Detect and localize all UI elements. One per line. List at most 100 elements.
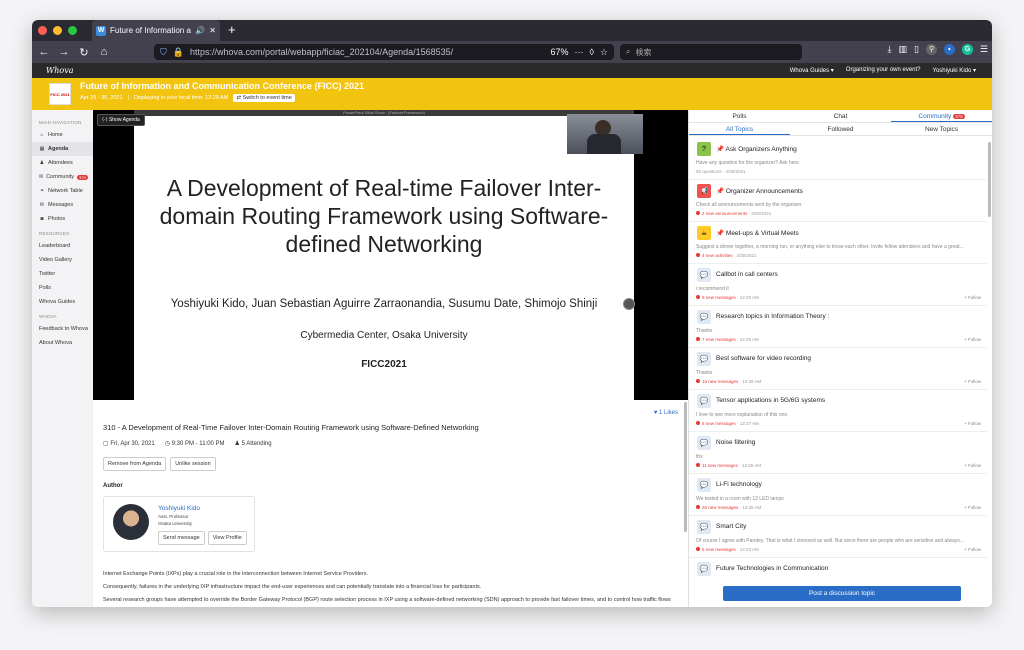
sidebar-item-agenda[interactable]: ▦ Agenda (32, 142, 93, 156)
more-icon[interactable]: ··· (574, 47, 583, 57)
topic-row[interactable]: 💬 Li-Fi technology We tested in a room wit… (689, 474, 987, 516)
author-avatar[interactable] (113, 504, 149, 540)
remove-from-agenda-button[interactable]: Remove from Agenda (103, 457, 167, 471)
sidebar-item-twitter[interactable]: Twitter (32, 267, 93, 281)
grammarly-icon[interactable]: G (961, 44, 973, 55)
zoom-window-button[interactable] (68, 26, 77, 35)
shield-icon[interactable]: ⛉ (160, 47, 167, 58)
switch-time-button[interactable]: ⇄ Switch to event time (233, 94, 295, 102)
reload-icon[interactable]: ↻ (76, 46, 92, 59)
sidebar-item-photos[interactable]: ◙ Photos (32, 212, 93, 226)
heart-icon: ♥ (653, 410, 658, 416)
topic-row[interactable]: 💬 Best software for video recording Thanks… (689, 348, 987, 390)
sidebar-item-home[interactable]: ⌂ Home (32, 128, 93, 142)
topic-title[interactable]: Tensor applications in 5G/6G systems (716, 397, 825, 404)
sidebar-item-polls[interactable]: Polls (32, 281, 93, 295)
topic-title[interactable]: Smart City (716, 523, 746, 530)
topic-title-text: Tensor applications in 5G/6G systems (716, 397, 826, 404)
video-player[interactable]: PowerPoint Slide Show - [FailoverFramewo… (93, 110, 688, 400)
close-tab-icon[interactable]: ✕ (209, 26, 216, 35)
author-name[interactable]: Yoshiyuki Kido (158, 505, 200, 512)
topic-title[interactable]: Future Technologies in Communication (716, 565, 828, 572)
url-bar[interactable]: ⛉ 🔒 https://whova.com/portal/webapp/fici… (154, 44, 614, 60)
right-scrollbar[interactable] (988, 142, 991, 217)
topic-title[interactable]: Best software for video recording (716, 355, 811, 362)
forward-icon[interactable]: → (56, 46, 72, 58)
follow-button[interactable]: + Follow (964, 337, 981, 342)
sidebar-item-attendees[interactable]: ♟ Attendees (32, 156, 93, 170)
unread-dot (696, 505, 700, 509)
sidebar-item-messages[interactable]: ✉ Messages (32, 198, 93, 212)
send-message-button[interactable]: Send message (158, 531, 205, 545)
unlike-session-button[interactable]: Unlike session (170, 457, 216, 471)
lock-icon[interactable]: 🔒 (173, 47, 184, 58)
likes-count[interactable]: ♥ 1 Likes (654, 410, 678, 416)
menu-icon[interactable]: ☰ (980, 44, 988, 55)
topic-row[interactable]: 💬 Tensor applications in 5G/6G systems I l… (689, 390, 987, 432)
tab-polls[interactable]: Polls (689, 110, 790, 122)
library-icon[interactable]: ▥ (898, 44, 907, 55)
topic-row[interactable]: 💬 Research topics in Information Theory :… (689, 306, 987, 348)
sidebar-item-video-gallery[interactable]: Video Gallery (32, 253, 93, 267)
minimize-window-button[interactable] (53, 26, 62, 35)
speaker-icon[interactable]: 🔊 (195, 26, 205, 35)
follow-button[interactable]: + Follow (964, 421, 981, 426)
topic-title[interactable]: Research topics in Information Theory : (716, 313, 829, 320)
show-agenda-button[interactable]: ⟨·⟩ Show Agenda (97, 114, 145, 126)
zoom-level[interactable]: 67% (550, 47, 568, 57)
topic-row[interactable]: 💬 Callbot in call centers i recommend it 8 … (689, 264, 987, 306)
download-icon[interactable]: ⤓ (887, 44, 891, 55)
user-menu[interactable]: Yoshiyuki Kido ▾ (933, 67, 976, 74)
video-control-button[interactable] (623, 298, 635, 310)
topic-title[interactable]: Li-Fi technology (716, 481, 762, 488)
topic-title[interactable]: 📌 Organizer Announcements (716, 187, 803, 195)
follow-button[interactable]: + Follow (964, 505, 981, 510)
sidebar-item-leaderboard[interactable]: Leaderboard (32, 239, 93, 253)
main-scrollbar[interactable] (684, 402, 687, 532)
sidebar-icon[interactable]: ▯ (914, 44, 919, 55)
extension-icon[interactable]: ⬩ (943, 44, 955, 55)
tab-community[interactable]: Community 379 (891, 110, 992, 122)
topic-row[interactable]: 💬 Noise filtering thx 11 new messages · 12:… (689, 432, 987, 474)
topic-preview: I love to see more explanation of this o… (696, 412, 789, 418)
follow-button[interactable]: + Follow (964, 295, 981, 300)
sidebar-item-whova-guides[interactable]: Whova Guides (32, 295, 93, 309)
sidebar-item-community[interactable]: ✉ Community 379 (32, 170, 93, 184)
topic-row[interactable]: 💬 Future Technologies in Communication (689, 558, 987, 589)
pocket-icon[interactable]: ◊ (589, 47, 593, 57)
account-icon[interactable]: ⚲ (925, 44, 937, 55)
topic-row[interactable]: 📢 📌 Organizer Announcements Check all anno… (689, 180, 987, 222)
home-icon[interactable]: ⌂ (96, 46, 112, 58)
topic-row[interactable]: 💬 Smart City Of course I agree with Pandey… (689, 516, 987, 558)
organize-event-link[interactable]: Organizing your own event? (846, 67, 921, 74)
follow-button[interactable]: + Follow (964, 463, 981, 468)
topic-title[interactable]: Callbot in call centers (716, 271, 778, 278)
session-attending[interactable]: ♟ 5 Attending (235, 440, 272, 447)
sidebar-item-feedback[interactable]: Feedback to Whova (32, 322, 93, 336)
new-tab-button[interactable]: + (228, 22, 236, 37)
back-icon[interactable]: ← (36, 46, 52, 58)
topic-title[interactable]: Noise filtering (716, 439, 755, 446)
topic-title[interactable]: 📌 Meet-ups & Virtual Meets (716, 229, 799, 237)
subtab-followed[interactable]: Followed (790, 123, 891, 135)
tab-chat[interactable]: Chat (790, 110, 891, 122)
sidebar-item-about[interactable]: About Whova (32, 336, 93, 350)
url-text[interactable]: https://whova.com/portal/webapp/ficiac_2… (190, 47, 544, 57)
topic-row[interactable]: ☕ 📌 Meet-ups & Virtual Meets Suggest a din… (689, 222, 987, 264)
follow-button[interactable]: + Follow (964, 379, 981, 384)
search-bar[interactable]: ⌕ 検索 (620, 44, 802, 60)
view-profile-button[interactable]: View Profile (207, 531, 247, 545)
whova-logo[interactable]: Whova (46, 66, 73, 75)
topic-row[interactable]: ? 📌 Ask Organizers Anything Have any quest… (689, 138, 987, 180)
topic-count: 2 new announcements (702, 211, 748, 216)
whova-guides-link[interactable]: Whova Guides ▾ (790, 67, 834, 74)
browser-tab[interactable]: W Future of Information and Co 🔊 ✕ (92, 20, 220, 41)
subtab-new-topics[interactable]: New Topics (891, 123, 992, 135)
topic-title[interactable]: 📌 Ask Organizers Anything (716, 145, 797, 153)
post-topic-button[interactable]: Post a discussion topic (723, 586, 961, 601)
sidebar-item-network-table[interactable]: ⚭ Network Table (32, 184, 93, 198)
follow-button[interactable]: + Follow (964, 547, 981, 552)
subtab-all-topics[interactable]: All Topics (689, 123, 790, 135)
close-window-button[interactable] (38, 26, 47, 35)
bookmark-star-icon[interactable]: ☆ (600, 47, 608, 58)
